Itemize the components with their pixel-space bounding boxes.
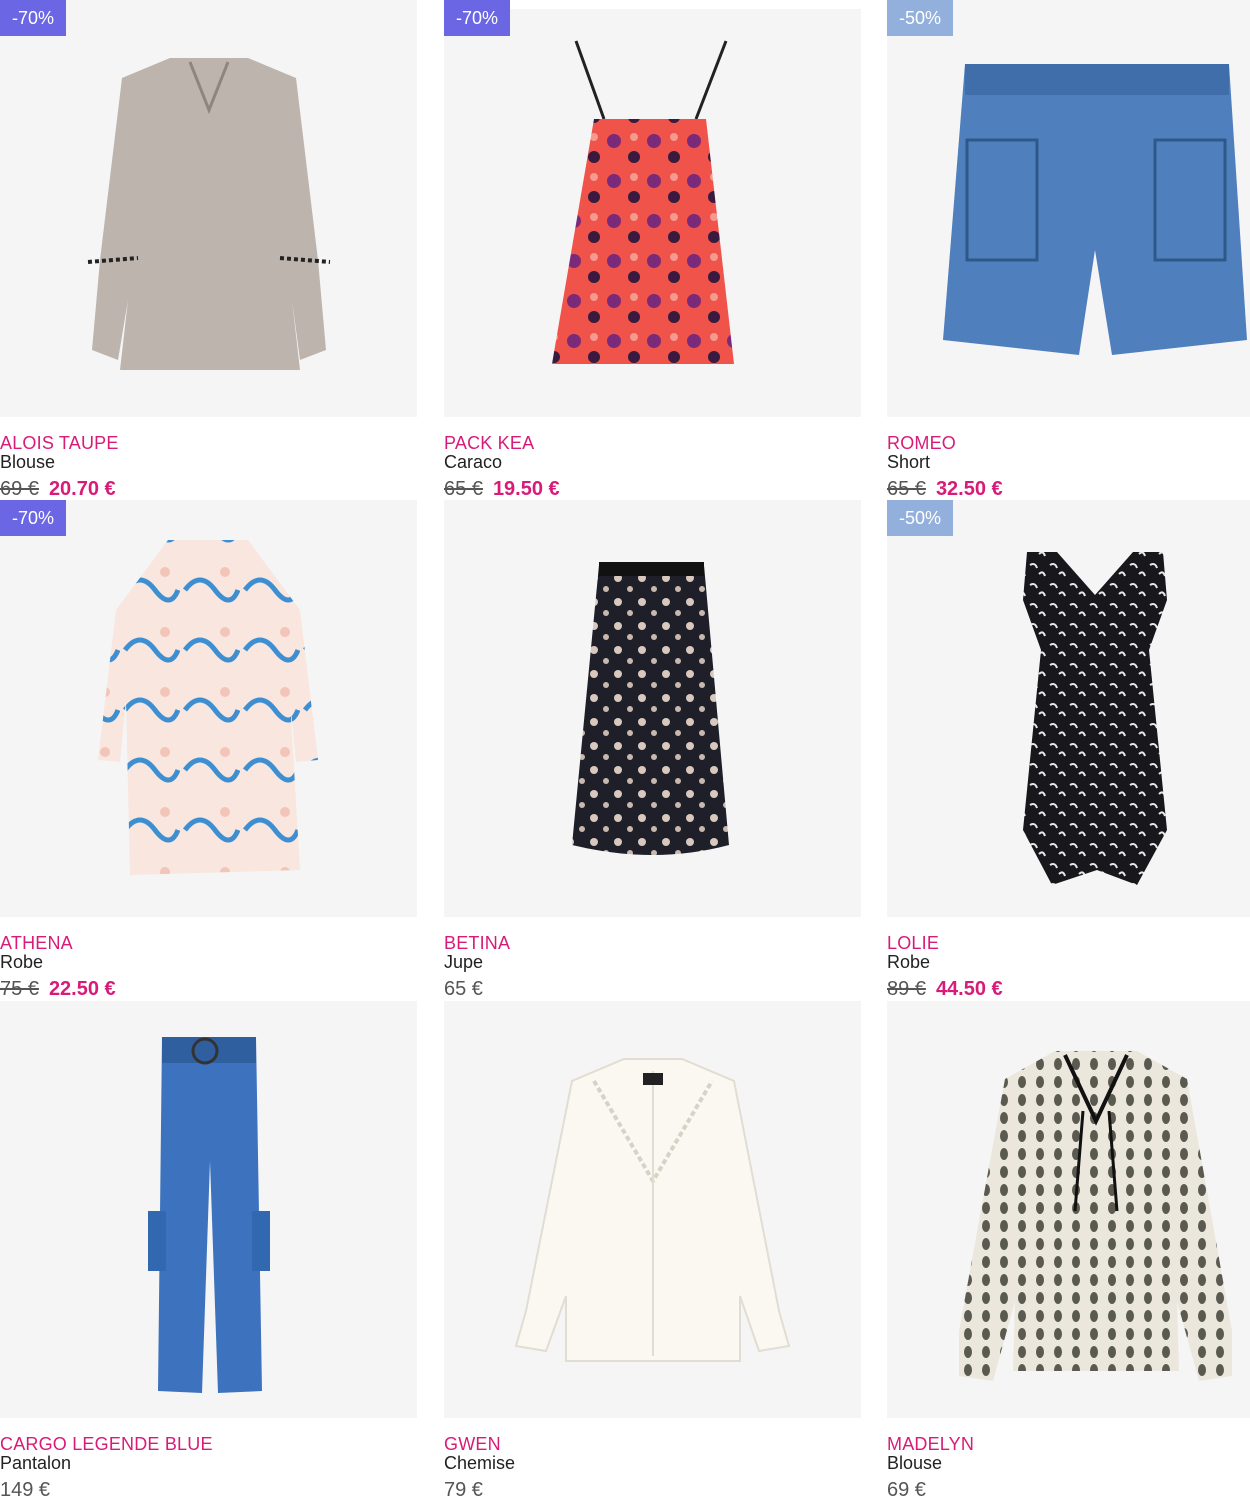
old-price: 65 €: [887, 478, 926, 500]
product-type: Robe: [887, 952, 931, 972]
cargo-pants-icon: [148, 1037, 270, 1393]
product-card[interactable]: -70% ATHENA Robe 75 € 22.50 €: [0, 500, 417, 1000]
sale-price: 20.70 €: [48, 478, 116, 500]
white-shirt-icon: [514, 1058, 791, 1362]
sale-price: 22.50 €: [48, 978, 116, 1000]
lace-skirt-icon: [572, 562, 729, 855]
price: 149 €: [0, 1479, 51, 1501]
black-dress-icon: [1023, 552, 1167, 885]
product-type: Pantalon: [0, 1453, 72, 1473]
printed-dress-icon: [98, 540, 318, 875]
product-card[interactable]: CARGO LEGENDE BLUE Pantalon 149 €: [0, 1001, 417, 1501]
price-row: 65 € 19.50 €: [444, 478, 560, 501]
product-type: Blouse: [0, 452, 56, 472]
old-price: 69 €: [0, 478, 39, 500]
price-row: 75 € 22.50 €: [0, 978, 116, 1001]
product-image[interactable]: [887, 1001, 1250, 1418]
product-card[interactable]: -70% PACK KEA Caraco 65 € 19.50 €: [444, 0, 861, 500]
product-name[interactable]: ALOIS TAUPE: [0, 433, 119, 454]
product-name[interactable]: LOLIE: [887, 933, 939, 954]
product-type: Jupe: [444, 952, 484, 972]
old-price: 89 €: [887, 978, 926, 1000]
sale-price: 32.50 €: [935, 478, 1003, 500]
product-name[interactable]: BETINA: [444, 933, 510, 954]
sale-price: 44.50 €: [935, 978, 1003, 1000]
old-price: 65 €: [444, 478, 483, 500]
sale-price: 19.50 €: [492, 478, 560, 500]
product-name[interactable]: CARGO LEGENDE BLUE: [0, 1434, 213, 1455]
product-card[interactable]: -50% LOLIE Robe 89 € 44.50 €: [887, 500, 1250, 1000]
discount-badge: -70%: [0, 500, 67, 536]
product-name[interactable]: ATHENA: [0, 933, 73, 954]
product-image[interactable]: [444, 1001, 861, 1418]
price-row: 69 €: [887, 1479, 926, 1502]
product-card[interactable]: MADELYN Blouse 69 €: [887, 1001, 1250, 1501]
product-card[interactable]: GWEN Chemise 79 €: [444, 1001, 861, 1501]
discount-badge: -50%: [887, 0, 954, 36]
discount-badge: -50%: [887, 500, 954, 536]
product-name[interactable]: PACK KEA: [444, 433, 534, 454]
product-image[interactable]: [0, 1001, 417, 1418]
product-card[interactable]: -50% ROMEO Short 65 € 32.50 €: [887, 0, 1250, 500]
product-name[interactable]: MADELYN: [887, 1434, 974, 1455]
patterned-blouse-icon: [959, 1051, 1232, 1381]
discount-badge: -70%: [444, 0, 511, 36]
price: 65 €: [444, 978, 483, 1000]
product-type: Chemise: [444, 1453, 516, 1473]
price-row: 65 €: [444, 978, 483, 1001]
product-name[interactable]: GWEN: [444, 1434, 501, 1455]
price-row: 65 € 32.50 €: [887, 478, 1003, 501]
product-type: Blouse: [887, 1453, 943, 1473]
price-row: 79 €: [444, 1479, 483, 1502]
product-image[interactable]: [887, 0, 1250, 417]
product-image[interactable]: [0, 0, 417, 417]
product-image[interactable]: [444, 9, 861, 417]
price-row: 69 € 20.70 €: [0, 478, 116, 501]
product-type: Robe: [0, 952, 44, 972]
price: 79 €: [444, 1479, 483, 1501]
discount-badge: -70%: [0, 0, 67, 36]
product-type: Short: [887, 452, 931, 472]
product-card[interactable]: BETINA Jupe 65 €: [444, 500, 861, 1000]
product-image[interactable]: [444, 500, 861, 917]
taupe-blouse-icon: [87, 58, 331, 370]
old-price: 75 €: [0, 978, 39, 1000]
price-row: 149 €: [0, 1479, 50, 1502]
price-row: 89 € 44.50 €: [887, 978, 1003, 1001]
product-image[interactable]: [0, 500, 417, 917]
denim-shorts-icon: [943, 64, 1247, 355]
product-type: Caraco: [444, 452, 503, 472]
product-card[interactable]: -70% ALOIS TAUPE Blouse 69 € 20.70 €: [0, 0, 417, 500]
price: 69 €: [887, 1479, 926, 1501]
product-name[interactable]: ROMEO: [887, 433, 956, 454]
product-image[interactable]: [887, 500, 1250, 917]
floral-camisole-icon: [552, 40, 734, 364]
